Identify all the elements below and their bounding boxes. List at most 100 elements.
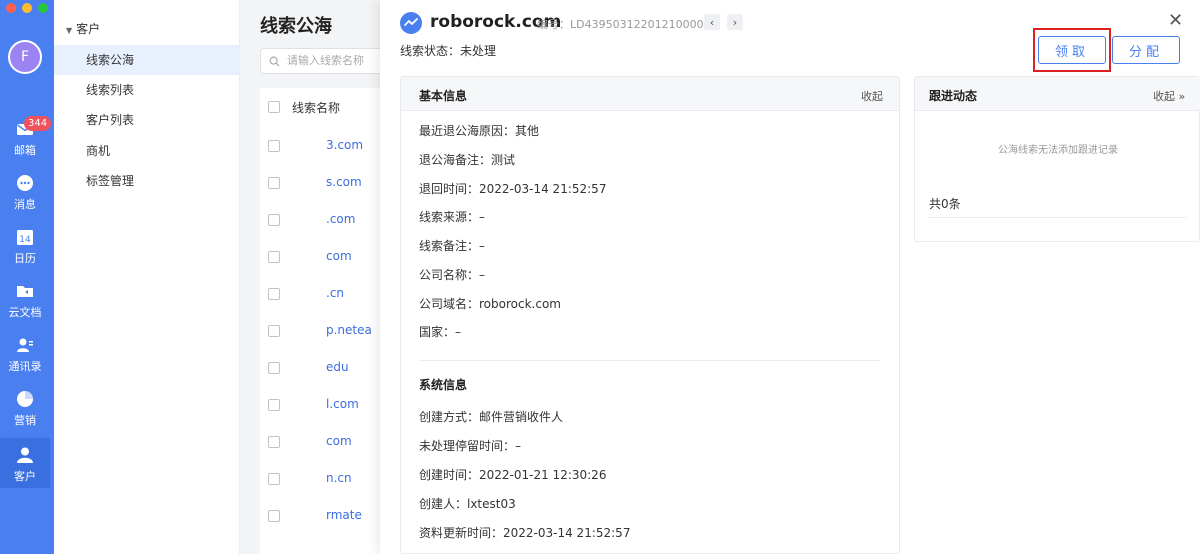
field-unprocessed-time: 未处理停留时间：– [419,439,522,453]
follow-up-panel: 跟进动态 收起 » 公海线索无法添加跟进记录 共0条 [914,76,1200,242]
nav-customer[interactable]: 客户 [0,438,50,488]
field-create-time: 创建时间：2022-01-21 12:30:26 [419,468,607,482]
row-checkbox[interactable] [268,436,280,448]
basic-info-title: 基本信息 [419,89,468,103]
nav-label: 客户 [14,470,36,483]
follow-up-count: 共0条 [929,197,961,211]
field-creator: 创建人：lxtest03 [419,497,516,511]
nav-label: 云文档 [8,306,42,319]
row-checkbox[interactable] [268,362,280,374]
chat-icon [17,175,33,191]
nav-messages[interactable]: 消息 [0,166,50,216]
row-checkbox[interactable] [268,177,280,189]
nav-label: 邮箱 [14,144,36,157]
field-lead-note: 线索备注：– [419,239,486,253]
chevron-right-icon: › [732,15,738,29]
lead-row-name[interactable]: .cn [326,286,344,300]
basic-info-header: 基本信息 收起 [401,77,899,111]
menu-group-customer[interactable]: ▼ 客户 [66,20,100,37]
nav-calendar[interactable]: 14 日历 [0,220,50,270]
nav-marketing[interactable]: 营销 [0,382,50,432]
menu-item-tags[interactable]: 标签管理 [54,166,240,196]
select-all-checkbox[interactable] [268,101,280,113]
close-drawer-button[interactable]: ✕ [1168,10,1183,31]
minimize-window-icon[interactable] [22,3,32,13]
lead-row-name[interactable]: n.cn [326,471,352,485]
row-checkbox[interactable] [268,251,280,263]
row-checkbox[interactable] [268,214,280,226]
follow-up-header: 跟进动态 收起 » [915,77,1200,111]
contacts-icon [17,338,33,352]
basic-info-panel: 基本信息 收起 最近退公海原因：其他 退公海备注：测试 退回时间：2022-03… [400,76,900,554]
row-checkbox[interactable] [268,325,280,337]
app-rail: F 邮箱 344 消息 14 日历 云文档 通讯录 营销 客户 [0,0,54,554]
lead-row-name[interactable]: rmate [326,508,362,522]
lead-row-name[interactable]: .com [326,212,355,226]
lead-row-name[interactable]: com [326,434,352,448]
menu-group-label: 客户 [76,22,101,36]
lead-status: 线索状态：未处理 [400,44,497,58]
unread-badge: 344 [24,116,52,131]
nav-label: 营销 [14,414,36,427]
caret-down-icon: ▼ [66,26,73,35]
lead-list-area: 线索公海 请输入线索名称 线索名称 3.com s.com .com com .cn p.… [240,0,420,554]
lead-row-name[interactable]: edu [326,360,349,374]
field-company-name: 公司名称：– [419,268,486,282]
follow-up-divider [929,217,1187,218]
field-company-domain: 公司域名：roborock.com [419,297,561,311]
menu-item-opportunity[interactable]: 商机 [54,136,240,166]
menu-item-customer-list[interactable]: 客户列表 [54,105,240,135]
row-checkbox[interactable] [268,473,280,485]
maximize-window-icon[interactable] [38,3,48,13]
row-checkbox[interactable] [268,140,280,152]
row-checkbox[interactable] [268,288,280,300]
claim-button[interactable]: 领取 [1038,36,1106,64]
avatar[interactable]: F [8,40,42,74]
collapse-basic-button[interactable]: 收起 [861,88,883,104]
follow-up-title: 跟进动态 [929,89,978,103]
follow-up-empty-text: 公海线索无法添加跟进记录 [998,145,1118,156]
system-info-title: 系统信息 [419,378,468,392]
folder-icon [17,286,33,297]
assign-button[interactable]: 分配 [1112,36,1180,64]
trend-icon [404,18,418,26]
pie-chart-icon [17,391,33,407]
nav-docs[interactable]: 云文档 [0,274,50,324]
close-icon: ✕ [1168,10,1184,31]
lead-row-name[interactable]: l.com [326,397,359,411]
field-create-method: 创建方式：邮件营销收件人 [419,410,564,424]
customer-icon [17,447,33,463]
customer-menu: ▼ 客户 线索公海 线索列表 客户列表 商机 标签管理 [54,0,240,554]
lead-row-name[interactable]: 3.com [326,138,363,152]
field-country: 国家：– [419,325,462,339]
field-update-time: 资料更新时间：2022-03-14 21:52:57 [419,526,631,540]
chevron-left-icon: ‹ [709,15,715,29]
nav-contacts[interactable]: 通讯录 [0,328,50,378]
calendar-icon: 14 [17,230,33,245]
search-placeholder: 请输入线索名称 [287,54,364,67]
menu-item-lead-pool[interactable]: 线索公海 [54,45,240,75]
field-return-reason: 最近退公海原因：其他 [419,124,540,138]
lead-table: 线索名称 3.com s.com .com com .cn p.netea edu l.com… [260,88,400,554]
lead-row-name[interactable]: s.com [326,175,362,189]
field-lead-source: 线索来源：– [419,210,486,224]
field-return-note: 退公海备注：测试 [419,153,516,167]
page-title: 线索公海 [260,16,332,37]
next-lead-button[interactable]: › [727,14,743,30]
field-return-time: 退回时间：2022-03-14 21:52:57 [419,182,607,196]
collapse-follow-button[interactable]: 收起 » [1153,88,1185,104]
row-checkbox[interactable] [268,510,280,522]
lead-detail-drawer: roborock.com 编号：LD4395031220121000008 ‹ … [380,0,1200,554]
nav-label: 通讯录 [8,360,42,373]
menu-item-lead-list[interactable]: 线索列表 [54,75,240,105]
prev-lead-button[interactable]: ‹ [704,14,720,30]
lead-row-name[interactable]: com [326,249,352,263]
nav-label: 消息 [14,198,36,211]
search-icon [269,56,280,67]
section-divider [419,360,881,361]
lead-row-name[interactable]: p.netea [326,323,372,337]
domain-logo [400,12,422,34]
close-window-icon[interactable] [6,3,16,13]
row-checkbox[interactable] [268,399,280,411]
nav-label: 日历 [14,252,36,265]
